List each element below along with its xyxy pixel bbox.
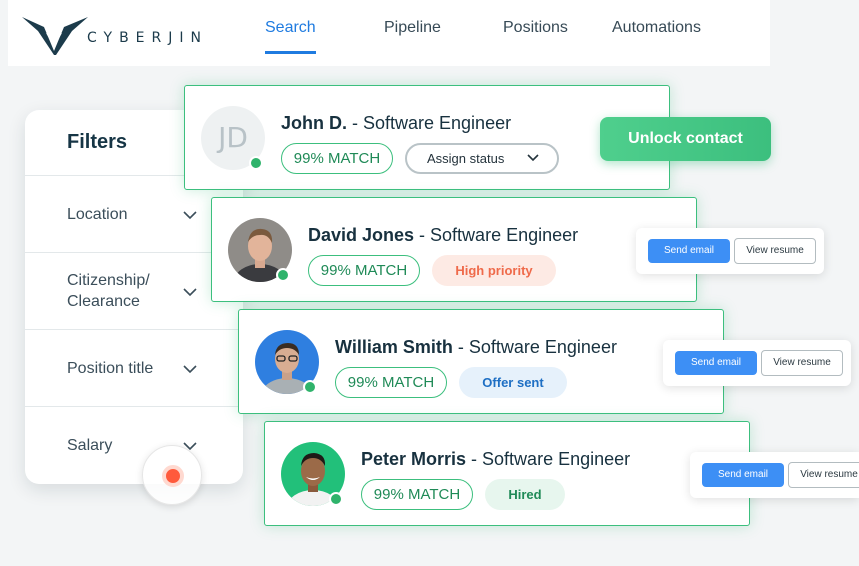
match-badge: 99% MATCH xyxy=(308,255,420,286)
candidate-name: David Jones xyxy=(308,225,415,245)
match-badge: 99% MATCH xyxy=(335,367,447,398)
active-tab-indicator xyxy=(265,51,316,54)
chevron-down-icon xyxy=(183,365,197,374)
filter-label: Salary xyxy=(67,437,113,454)
view-resume-button[interactable]: View resume xyxy=(788,462,859,488)
brand-name: CYBERJIN xyxy=(87,30,208,46)
send-email-button[interactable]: Send email xyxy=(675,351,757,375)
candidate-title: - Software Engineer xyxy=(466,449,631,469)
assign-status-label: Assign status xyxy=(427,151,505,166)
top-navigation-bar: CYBERJIN Search Pipeline Positions Autom… xyxy=(8,0,770,66)
filter-position-title[interactable]: Position title xyxy=(25,329,243,406)
candidate-name: William Smith xyxy=(335,337,453,357)
tab-search-label: Search xyxy=(265,19,316,36)
online-status-dot xyxy=(303,380,317,394)
candidate-heading: John D. - Software Engineer xyxy=(281,113,511,134)
candidate-name: Peter Morris xyxy=(361,449,467,469)
tab-automations[interactable]: Automations xyxy=(612,19,701,37)
filter-salary[interactable]: Salary xyxy=(25,406,243,484)
chevron-down-icon xyxy=(183,288,197,297)
candidate-heading: William Smith - Software Engineer xyxy=(335,337,617,358)
assign-status-dropdown[interactable]: Assign status xyxy=(405,143,559,174)
candidate-card[interactable]: David Jones - Software Engineer 99% MATC… xyxy=(211,197,697,302)
record-dot-icon xyxy=(162,465,184,487)
status-badge: Offer sent xyxy=(459,367,567,398)
view-resume-button[interactable]: View resume xyxy=(734,238,816,264)
contact-actions: Send email View resume xyxy=(636,228,824,274)
candidate-heading: Peter Morris - Software Engineer xyxy=(361,449,630,470)
record-button[interactable] xyxy=(142,445,202,505)
candidate-card[interactable]: JD John D. - Software Engineer 99% MATCH… xyxy=(184,85,670,190)
candidate-title: - Software Engineer xyxy=(452,337,617,357)
view-resume-button[interactable]: View resume xyxy=(761,350,843,376)
send-email-button[interactable]: Send email xyxy=(648,239,730,263)
filter-label: Location xyxy=(67,206,128,223)
cyberjin-logo-icon xyxy=(22,17,88,55)
online-status-dot xyxy=(276,268,290,282)
tab-pipeline[interactable]: Pipeline xyxy=(384,19,441,37)
online-status-dot xyxy=(249,156,263,170)
unlock-contact-button[interactable]: Unlock contact xyxy=(600,117,771,161)
send-email-button[interactable]: Send email xyxy=(702,463,784,487)
tab-positions[interactable]: Positions xyxy=(503,19,568,37)
tab-search[interactable]: Search xyxy=(265,19,316,54)
candidate-card[interactable]: Peter Morris - Software Engineer 99% MAT… xyxy=(264,421,750,526)
candidate-title: - Software Engineer xyxy=(347,113,512,133)
candidate-heading: David Jones - Software Engineer xyxy=(308,225,578,246)
chevron-down-icon xyxy=(183,211,197,220)
candidate-card[interactable]: William Smith - Software Engineer 99% MA… xyxy=(238,309,724,414)
online-status-dot xyxy=(329,492,343,506)
contact-actions: Send email View resume xyxy=(663,340,851,386)
match-badge: 99% MATCH xyxy=(281,143,393,174)
status-badge: High priority xyxy=(432,255,556,286)
chevron-down-icon xyxy=(527,154,539,162)
filters-title: Filters xyxy=(67,131,128,153)
match-badge: 99% MATCH xyxy=(361,479,473,510)
filter-label: Position title xyxy=(67,360,154,377)
candidate-title: - Software Engineer xyxy=(414,225,579,245)
filter-label: Citizenship/ Clearance xyxy=(67,272,150,310)
status-badge: Hired xyxy=(485,479,565,510)
contact-actions: Send email View resume xyxy=(690,452,859,498)
candidate-name: John D. xyxy=(281,113,347,133)
